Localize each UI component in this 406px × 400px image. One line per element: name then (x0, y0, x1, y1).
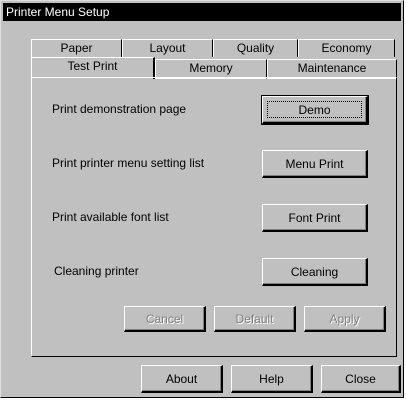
font-print-button-label: Font Print (288, 210, 341, 225)
demo-label: Print demonstration page (52, 102, 187, 116)
menu-print-label: Print printer menu setting list (52, 156, 205, 170)
tab-layout[interactable]: Layout (122, 39, 213, 57)
tab-maintenance[interactable]: Maintenance (267, 59, 397, 79)
title-bar: Printer Menu Setup (3, 3, 401, 21)
tab-memory-label: Memory (189, 61, 233, 75)
cleaning-label: Cleaning printer (54, 264, 139, 278)
about-button[interactable]: About (141, 365, 223, 393)
tab-row-front: Test Print Memory Maintenance (31, 57, 397, 79)
close-button[interactable]: Close (321, 365, 401, 393)
close-button-label: Close (345, 371, 376, 386)
menu-print-button-label: Menu Print (285, 156, 344, 171)
menu-print-button[interactable]: Menu Print (262, 150, 368, 178)
about-button-label: About (165, 371, 198, 386)
apply-button-label: Apply (329, 311, 360, 326)
tab-economy-label: Economy (321, 41, 372, 55)
font-print-label: Print available font list (52, 210, 169, 224)
cancel-button[interactable]: Cancel (124, 306, 206, 332)
demo-button-label: Demo (298, 102, 331, 117)
printer-menu-setup-window: Printer Menu Setup Paper Layout Quality … (0, 0, 404, 398)
window-title: Printer Menu Setup (6, 5, 110, 19)
tab-economy[interactable]: Economy (298, 39, 395, 57)
tab-paper[interactable]: Paper (31, 39, 122, 57)
tab-row-back: Paper Layout Quality Economy (31, 39, 395, 57)
default-button[interactable]: Default (214, 306, 296, 332)
test-print-panel: Print demonstration page Demo Print prin… (31, 77, 397, 357)
help-button[interactable]: Help (231, 365, 313, 393)
cancel-button-label: Cancel (145, 311, 184, 326)
tab-test-print[interactable]: Test Print (31, 57, 155, 79)
tab-maintenance-label: Maintenance (297, 61, 367, 75)
apply-button[interactable]: Apply (304, 306, 386, 332)
tab-layout-label: Layout (149, 41, 186, 55)
cleaning-button-label: Cleaning (290, 264, 339, 279)
tab-test-print-label: Test Print (67, 59, 118, 73)
tab-quality-label: Quality (236, 41, 275, 55)
help-button-label: Help (259, 371, 284, 386)
tab-paper-label: Paper (60, 41, 93, 55)
cleaning-button[interactable]: Cleaning (262, 258, 368, 286)
default-button-label: Default (235, 311, 274, 326)
tab-quality[interactable]: Quality (213, 39, 298, 57)
tab-memory[interactable]: Memory (155, 59, 267, 79)
demo-button[interactable]: Demo (261, 95, 369, 125)
font-print-button[interactable]: Font Print (262, 204, 368, 232)
